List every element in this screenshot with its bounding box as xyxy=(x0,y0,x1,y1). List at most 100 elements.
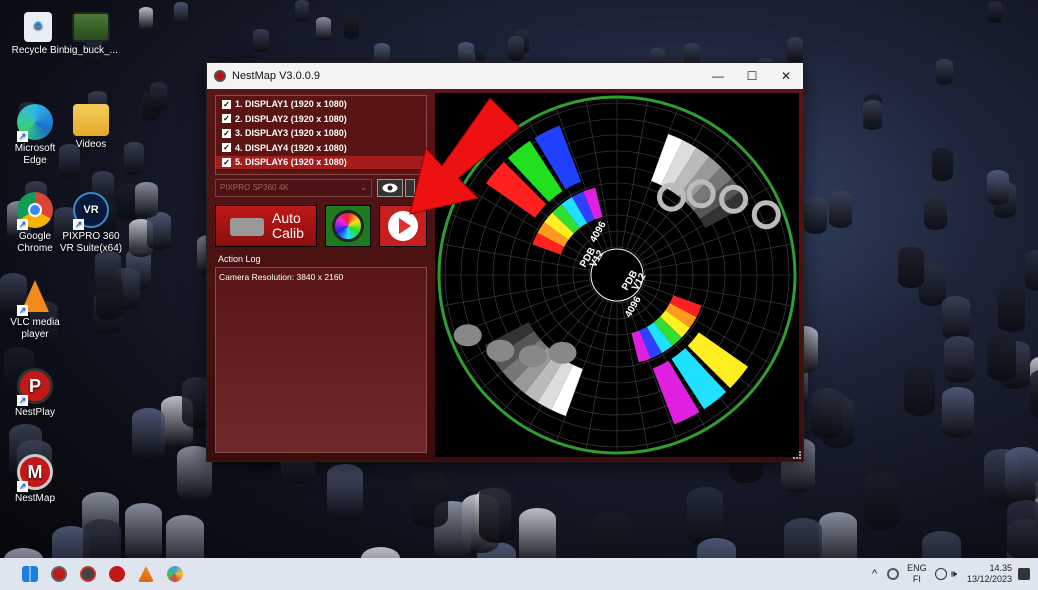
wallpaper-pillar xyxy=(360,547,401,558)
pixpro-taskbar-icon[interactable] xyxy=(80,566,96,582)
lang-code: ENG xyxy=(907,563,927,573)
window-titlebar[interactable]: NestMap V3.0.0.9 — ☐ ✕ xyxy=(207,63,803,89)
wallpaper-pillar xyxy=(343,15,359,39)
wallpaper-pillar xyxy=(986,333,1017,381)
test-pattern-button[interactable] xyxy=(325,205,371,247)
globe-icon[interactable] xyxy=(934,568,947,580)
action-log[interactable]: Camera Resolution: 3840 x 2160 xyxy=(215,267,427,453)
wallpaper-pillar xyxy=(898,247,924,288)
wallpaper-pillar xyxy=(903,366,935,417)
folder-icon xyxy=(73,104,109,136)
wallpaper-pillar xyxy=(125,503,163,558)
wallpaper-pillar xyxy=(997,288,1026,332)
clock-date: 13/12/2023 xyxy=(966,574,1012,584)
resize-grip[interactable] xyxy=(793,451,801,459)
desktop-icon-pixpro[interactable]: VR ↗ PIXPRO 360 VR Suite(x64) xyxy=(56,192,126,255)
display-checkbox[interactable]: ✓ xyxy=(222,143,231,153)
camera-select-value: PIXPRO SP360 4K xyxy=(220,183,289,192)
wallpaper-pillar xyxy=(828,191,852,228)
wallpaper-pillar xyxy=(253,28,269,54)
wallpaper-pillar xyxy=(478,484,516,544)
wallpaper-pillar xyxy=(784,517,823,558)
wallpaper-pillar xyxy=(942,295,971,341)
tray-chevron-icon[interactable]: ^ xyxy=(872,568,877,580)
action-log-label: Action Log xyxy=(218,254,261,264)
desktop-icon-vlc[interactable]: ↗ VLC media player xyxy=(0,278,70,341)
maximize-button[interactable]: ☐ xyxy=(735,63,769,89)
network-icon[interactable] xyxy=(887,568,900,580)
nestmap-taskbar-icon[interactable] xyxy=(51,566,67,582)
display-checkbox[interactable]: ✓ xyxy=(222,128,231,138)
wallpaper-pillar xyxy=(987,170,1010,206)
wallpaper-pillar xyxy=(132,407,166,461)
volume-icon[interactable]: 🕪 xyxy=(951,569,957,580)
camera-select[interactable]: PIXPRO SP360 4K ⌄ xyxy=(215,179,372,197)
display-label: 2. DISPLAY2 (1920 x 1080) xyxy=(235,113,347,124)
display-checkbox[interactable]: ✓ xyxy=(222,157,231,167)
wallpaper-pillar xyxy=(165,515,204,558)
desktop-icon-label: PIXPRO 360 VR Suite(x64) xyxy=(59,231,123,254)
wallpaper-pillar xyxy=(316,16,331,41)
auto-calib-button[interactable]: Auto Calib xyxy=(215,205,317,247)
auto-calib-label-1: Auto xyxy=(272,210,301,226)
log-line: Camera Resolution: 3840 x 2160 xyxy=(219,272,344,282)
wallpaper-pillar xyxy=(123,141,145,175)
desktop-icon-label: Videos xyxy=(75,139,107,150)
taskbar: ^ ENG FI 🕪 14.35 13/12/2023 xyxy=(0,558,1038,590)
wallpaper-pillar xyxy=(135,182,158,219)
shortcut-arrow-icon: ↗ xyxy=(17,219,28,230)
focus-target xyxy=(453,324,482,347)
windows-start-icon[interactable] xyxy=(22,566,38,582)
nestplay-taskbar-icon[interactable] xyxy=(109,566,125,582)
red-arrow-annotation xyxy=(409,97,521,215)
close-button[interactable]: ✕ xyxy=(769,63,803,89)
desktop-icon-label: NestPlay xyxy=(14,407,55,418)
desktop-icon-label: VLC media player xyxy=(10,317,60,340)
language-indicator[interactable]: ENG FI xyxy=(907,563,927,585)
display-label: 3. DISPLAY3 (1920 x 1080) xyxy=(235,128,347,139)
wallpaper-pillar xyxy=(936,58,953,86)
wallpaper-pillar xyxy=(139,7,154,31)
display-checkbox[interactable]: ✓ xyxy=(222,99,231,109)
clock[interactable]: 14.35 13/12/2023 xyxy=(967,563,1012,585)
wallpaper-pillar xyxy=(507,35,524,61)
keyboard-layout: FI xyxy=(912,574,921,584)
focus-target xyxy=(548,341,577,364)
wallpaper-pillar xyxy=(787,37,804,63)
wallpaper-pillar xyxy=(173,1,188,25)
wallpaper-pillar xyxy=(922,530,961,558)
wallpaper-pillar xyxy=(686,486,724,546)
wallpaper-pillar xyxy=(149,82,168,111)
desktop-icon-label: NestMap xyxy=(14,493,55,504)
vlc-taskbar-icon[interactable] xyxy=(138,566,154,582)
minimize-button[interactable]: — xyxy=(701,63,735,89)
shortcut-arrow-icon: ↗ xyxy=(73,219,84,230)
desktop-icon-nestmap[interactable]: M ↗ NestMap xyxy=(0,454,70,505)
window-title: NestMap V3.0.0.9 xyxy=(232,70,321,82)
wallpaper-pillar xyxy=(863,99,883,130)
wallpaper-pillar xyxy=(818,512,857,558)
wallpaper-pillar xyxy=(803,196,827,234)
wallpaper-pillar xyxy=(697,538,737,558)
paint-taskbar-icon[interactable] xyxy=(167,566,183,582)
test-pattern-icon xyxy=(332,210,364,242)
video-file-icon xyxy=(72,12,110,42)
wallpaper-pillar xyxy=(987,1,1003,24)
desktop-icon-nestplay[interactable]: P ↗ NestPlay xyxy=(0,368,70,419)
recycle-bin-icon: ♻ xyxy=(24,12,52,42)
desktop-icon-videos[interactable]: Videos xyxy=(56,104,126,151)
focus-target xyxy=(518,345,547,368)
focus-target xyxy=(486,339,515,362)
chevron-down-icon: ⌄ xyxy=(360,183,367,192)
wallpaper-pillar xyxy=(412,470,449,529)
wallpaper-pillar xyxy=(811,388,844,440)
wallpaper-pillar xyxy=(942,386,975,438)
clock-time: 14.35 xyxy=(989,563,1012,573)
desktop-icon-video-file[interactable]: big_buck_... xyxy=(56,12,126,57)
shortcut-arrow-icon: ↗ xyxy=(17,481,28,492)
notification-icon[interactable] xyxy=(1018,568,1030,580)
wallpaper-pillar xyxy=(1025,249,1038,291)
wallpaper-pillar xyxy=(518,507,557,558)
display-checkbox[interactable]: ✓ xyxy=(222,114,231,124)
wallpaper-pillar xyxy=(592,511,631,558)
